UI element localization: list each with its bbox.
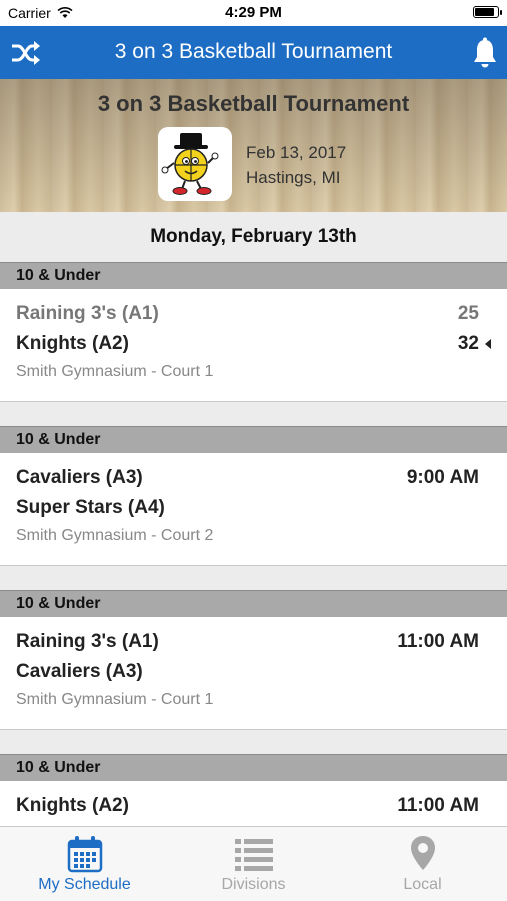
game-card[interactable]: Raining 3's (A1) 11:00 AM Cavaliers (A3)… bbox=[0, 617, 507, 730]
team1-score: 25 bbox=[457, 303, 479, 324]
tab-label: Divisions bbox=[221, 876, 286, 893]
status-time: 4:29 PM bbox=[225, 4, 282, 21]
team1-name: Raining 3's (A1) bbox=[16, 303, 159, 324]
nav-bar: 3 on 3 Basketball Tournament bbox=[0, 26, 507, 79]
tournament-date: Feb 13, 2017 bbox=[246, 143, 347, 162]
separator bbox=[0, 402, 507, 426]
battery-icon bbox=[473, 6, 502, 18]
tab-divisions[interactable]: Divisions bbox=[169, 827, 338, 901]
team2-name: Knights (A2) bbox=[16, 333, 129, 354]
basketball-mascot-logo bbox=[161, 133, 219, 195]
tab-bar: My Schedule Divisions Local bbox=[0, 826, 507, 901]
schedule-list[interactable]: Monday, February 13th 10 & Under Raining… bbox=[0, 212, 507, 826]
game-location: Smith Gymnasium - Court 2 bbox=[16, 527, 214, 544]
game-time: 11:00 AM bbox=[397, 795, 479, 816]
game-time: 11:00 AM bbox=[397, 631, 479, 652]
separator bbox=[0, 566, 507, 590]
game-time: 9:00 AM bbox=[406, 467, 479, 488]
shuffle-icon[interactable] bbox=[10, 39, 42, 67]
team1-name: Raining 3's (A1) bbox=[16, 631, 159, 652]
status-bar: Carrier 4:29 PM bbox=[0, 0, 507, 26]
tab-my-schedule[interactable]: My Schedule bbox=[0, 827, 169, 901]
division-header: 10 & Under bbox=[0, 590, 507, 617]
team2-name: Super Stars (A4) bbox=[16, 497, 165, 518]
winner-arrow-icon bbox=[485, 339, 491, 349]
team1-name: Knights (A2) bbox=[16, 795, 129, 816]
game-card[interactable]: Raining 3's (A1) 25 Knights (A2) 32 Smit… bbox=[0, 289, 507, 402]
game-card[interactable]: Cavaliers (A3) 9:00 AM Super Stars (A4) … bbox=[0, 453, 507, 566]
list-icon bbox=[234, 839, 273, 871]
tournament-logo bbox=[158, 127, 232, 201]
bell-icon[interactable] bbox=[471, 37, 499, 69]
division-header: 10 & Under bbox=[0, 754, 507, 781]
tournament-banner: 3 on 3 Basketball Tournament Feb 13, 201… bbox=[0, 79, 507, 212]
game-card[interactable]: Knights (A2) 11:00 AM bbox=[0, 781, 507, 826]
team2-name: Cavaliers (A3) bbox=[16, 661, 143, 682]
tournament-title: 3 on 3 Basketball Tournament bbox=[97, 91, 410, 116]
tab-label: Local bbox=[403, 876, 442, 893]
division-header: 10 & Under bbox=[0, 426, 507, 453]
team1-name: Cavaliers (A3) bbox=[16, 467, 143, 488]
team2-score: 32 bbox=[457, 333, 479, 354]
tournament-location: Hastings, MI bbox=[246, 168, 341, 187]
location-pin-icon bbox=[410, 836, 435, 870]
division-header: 10 & Under bbox=[0, 262, 507, 289]
date-header: Monday, February 13th bbox=[0, 212, 507, 262]
game-location: Smith Gymnasium - Court 1 bbox=[16, 363, 214, 380]
tab-local[interactable]: Local bbox=[338, 827, 507, 901]
separator bbox=[0, 730, 507, 754]
calendar-icon bbox=[67, 836, 102, 873]
nav-title: 3 on 3 Basketball Tournament bbox=[114, 40, 393, 63]
tab-label: My Schedule bbox=[38, 876, 131, 893]
game-location: Smith Gymnasium - Court 1 bbox=[16, 691, 214, 708]
